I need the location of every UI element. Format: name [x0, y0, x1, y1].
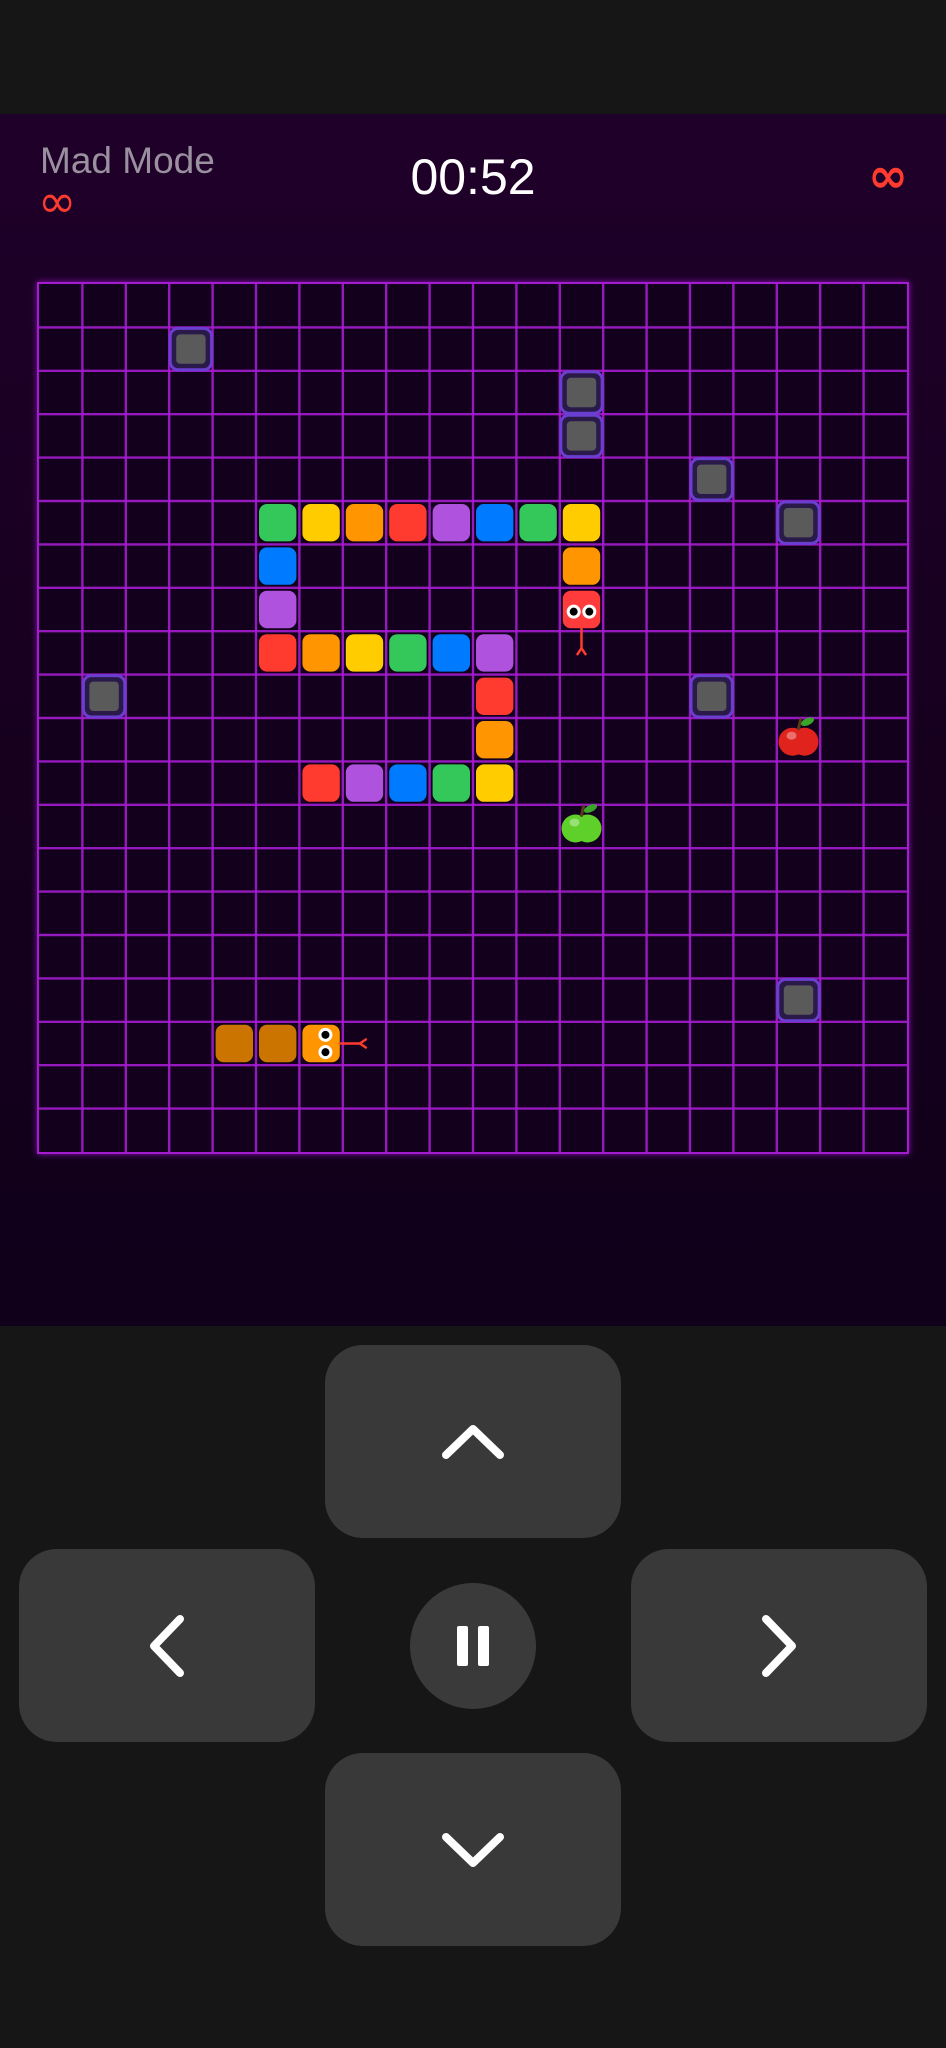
rainbow-snake-segment [302, 634, 340, 672]
rainbow-snake-segment [562, 504, 601, 542]
pause-button[interactable] [410, 1583, 536, 1709]
obstacle-core [783, 985, 814, 1015]
obstacle-core [89, 681, 119, 711]
rainbow-snake-segment [432, 764, 470, 802]
chevron-up-icon [442, 1424, 504, 1459]
red-apple-lobe [790, 727, 819, 756]
game-screen: Mad Mode ∞ 00:52 ∞ [0, 0, 946, 2048]
orange-snake-pupil [321, 1048, 330, 1057]
rainbow-snake-segment [432, 634, 470, 672]
obstacle-core [566, 421, 597, 451]
rainbow-snake-segment [519, 504, 557, 542]
rainbow-snake-segment [389, 764, 427, 802]
rainbow-snake-segment [259, 590, 297, 629]
red-apple-shine [786, 731, 797, 740]
obstacle-core [783, 508, 814, 538]
rainbow-snake-segment [432, 504, 470, 542]
rainbow-snake-segment [389, 634, 427, 672]
chevron-right-icon [762, 1614, 796, 1677]
rainbow-snake-segment [476, 721, 514, 759]
down-button[interactable] [325, 1753, 621, 1946]
obstacle-core [697, 464, 727, 494]
rainbow-snake-segment [259, 504, 297, 542]
orange-snake-pupil [321, 1030, 330, 1039]
board-canvas [39, 284, 907, 1152]
orange-snake-segment [215, 1024, 253, 1063]
rainbow-snake-segment [302, 504, 340, 542]
rainbow-snake-segment [259, 547, 297, 585]
rainbow-snake-segment [562, 547, 601, 585]
rainbow-snake-segment [476, 634, 514, 672]
rainbow-snake-segment [476, 764, 514, 802]
rainbow-snake-pupil [585, 607, 594, 616]
pause-icon [457, 1626, 489, 1666]
rainbow-snake-segment [302, 764, 340, 802]
left-button[interactable] [19, 1549, 315, 1742]
timer: 00:52 [410, 149, 536, 205]
up-button[interactable] [325, 1345, 621, 1538]
rainbow-snake-segment [476, 677, 514, 715]
obstacle-core [697, 681, 727, 711]
red-apple-stem [797, 718, 802, 731]
rainbow-snake-segment [259, 634, 297, 672]
rainbow-snake-pupil [569, 607, 578, 616]
rainbow-snake-segment [476, 504, 514, 542]
game-board [37, 282, 909, 1154]
obstacle-core [176, 334, 206, 364]
green-apple-stem [580, 805, 585, 817]
green-apple-shine [569, 818, 580, 827]
lives-infinity-icon: ∞ [868, 148, 908, 204]
rainbow-snake-segment [345, 634, 384, 672]
rainbow-snake-segment [389, 504, 427, 542]
obstacle-core [566, 377, 597, 408]
chevron-left-icon [150, 1614, 184, 1677]
right-button[interactable] [631, 1549, 927, 1742]
rainbow-snake-segment [345, 504, 384, 542]
green-apple-lobe [573, 814, 602, 843]
orange-snake-segment [259, 1024, 297, 1063]
chevron-down-icon [442, 1832, 504, 1867]
rainbow-snake-segment [345, 764, 384, 802]
